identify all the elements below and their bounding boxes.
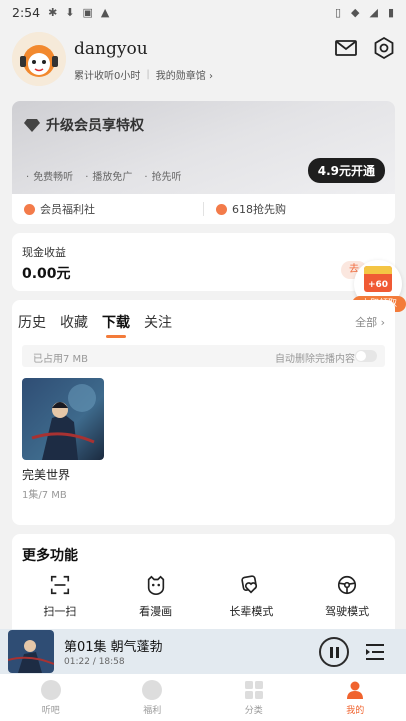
profile-subinfo: 累计收听0小时 | 我的勋章馆 ›: [74, 67, 213, 82]
status-time: 2:54: [12, 4, 41, 20]
view-all-link[interactable]: 全部 ›: [355, 314, 385, 330]
tab-history[interactable]: 历史: [18, 312, 46, 336]
diamond-icon: [24, 119, 40, 132]
vip-card[interactable]: 升级会员享特权 免费畅听 播放免广 抢先听 4.9元开通 会员福利社 618抢先…: [12, 101, 395, 224]
status-bar: 2:54 ✱ ⬇ ▣ ▲ ▯ ◆ ◢ ▮: [0, 0, 406, 24]
feature-scan[interactable]: 扫一扫: [12, 574, 108, 619]
playlist-icon[interactable]: [364, 641, 386, 663]
separator: |: [146, 69, 150, 80]
settings-gear-icon: ✱: [48, 5, 58, 19]
storage-bar: 已占用7 MB 自动删除完播内容: [22, 345, 385, 367]
library-tabs: 历史 收藏 下载 关注: [18, 312, 172, 338]
signal-icon: ◢: [369, 5, 378, 19]
feature-scan-label: 扫一扫: [43, 605, 77, 618]
feature-elder-mode[interactable]: 长辈模式: [204, 574, 300, 619]
nav-category[interactable]: 分类: [203, 674, 305, 721]
feature-drive-mode-label: 驾驶模式: [325, 605, 370, 618]
feature-drive-mode[interactable]: 驾驶模式: [299, 574, 395, 619]
chevron-right-icon: ›: [208, 71, 213, 82]
vip-benefit: 免费畅听: [26, 168, 73, 183]
member-welfare-label: 会员福利社: [40, 203, 95, 216]
wifi-icon: ◆: [351, 5, 360, 19]
vip-open-button[interactable]: 4.9元开通: [307, 158, 385, 183]
member-welfare-link[interactable]: 会员福利社: [12, 201, 203, 217]
scan-icon: [50, 575, 69, 595]
badge-hall-link[interactable]: 我的勋章馆 ›: [156, 67, 213, 82]
player-cover[interactable]: [8, 630, 54, 673]
vip-title-row: 升级会员享特权: [24, 115, 144, 135]
auto-delete-toggle[interactable]: [355, 350, 377, 362]
vip-benefit: 抢先听: [144, 168, 182, 183]
nav-listen[interactable]: 听吧: [0, 674, 102, 721]
player-time: 01:22 / 18:58: [64, 657, 125, 667]
settings-gear-icon[interactable]: [372, 36, 396, 60]
presale-618-link[interactable]: 618抢先购: [204, 201, 395, 217]
steering-wheel-icon: [338, 575, 357, 595]
app-notification-icon: ▲: [100, 5, 110, 19]
coin-icon: [142, 680, 163, 700]
nav-welfare[interactable]: 福利: [102, 674, 204, 721]
book-meta: 1集/7 MB: [22, 490, 67, 501]
battery-icon: ▮: [387, 5, 394, 19]
more-features-title: 更多功能: [22, 548, 78, 564]
mini-player[interactable]: 第01集 朝气蓬勃 01:22 / 18:58: [0, 629, 406, 674]
tab-favorites[interactable]: 收藏: [60, 312, 88, 336]
player-episode-title: 第01集 朝气蓬勃: [64, 640, 163, 655]
more-features-card: 更多功能 扫一扫 看漫画 长辈模式 驾驶模式: [12, 534, 395, 634]
grid-icon: [244, 681, 263, 699]
username: dangyou: [74, 39, 148, 59]
vip-title: 升级会员享特权: [46, 118, 144, 134]
pause-button[interactable]: [319, 637, 349, 667]
star-badge-icon: [216, 203, 227, 215]
game-icon: ▣: [82, 5, 93, 19]
gift-icon: [24, 203, 35, 215]
tab-following[interactable]: 关注: [144, 312, 172, 336]
nav-welfare-label: 福利: [143, 706, 162, 716]
profile-header: dangyou 累计收听0小时 | 我的勋章馆 ›: [12, 30, 396, 94]
compass-icon: [40, 680, 61, 700]
feature-comic[interactable]: 看漫画: [108, 574, 204, 619]
auto-delete-label: 自动删除完播内容: [275, 354, 355, 365]
vibrate-icon: ▯: [334, 5, 341, 19]
avatar[interactable]: [12, 32, 66, 86]
comic-cat-icon: [147, 575, 164, 595]
download-item[interactable]: 完美世界 1集/7 MB: [22, 378, 104, 501]
nav-mine-label: 我的: [346, 706, 365, 716]
user-icon: [347, 681, 364, 699]
elder-heart-icon: [241, 575, 258, 594]
library-card: 历史 收藏 下载 关注 全部 › 已占用7 MB 自动删除完播内容 完美世界 1…: [12, 300, 395, 525]
nav-category-label: 分类: [244, 706, 263, 716]
nav-mine[interactable]: 我的: [305, 674, 406, 721]
badge-hall-label: 我的勋章馆: [155, 71, 206, 82]
feature-comic-label: 看漫画: [139, 605, 173, 618]
tab-downloads[interactable]: 下载: [102, 312, 130, 338]
income-label: 现金收益: [22, 246, 66, 259]
mail-icon[interactable]: [334, 36, 358, 60]
storage-used: 已占用7 MB: [33, 354, 89, 365]
book-cover: [22, 378, 104, 460]
book-title: 完美世界: [22, 468, 71, 482]
vip-benefit: 播放免广: [85, 168, 132, 183]
vip-benefits: 免费畅听 播放免广 抢先听: [26, 168, 182, 183]
bottom-nav: 听吧 福利 分类 我的: [0, 674, 406, 721]
download-icon: ⬇: [65, 5, 75, 19]
feature-elder-mode-label: 长辈模式: [229, 605, 274, 618]
income-card[interactable]: 现金收益 0.00元 去: [12, 233, 395, 291]
promo-amount: +60: [367, 280, 389, 290]
listen-time: 累计收听0小时: [74, 71, 141, 82]
nav-listen-label: 听吧: [41, 706, 60, 716]
presale-618-label: 618抢先购: [232, 203, 286, 216]
income-value: 0.00元: [22, 266, 71, 282]
